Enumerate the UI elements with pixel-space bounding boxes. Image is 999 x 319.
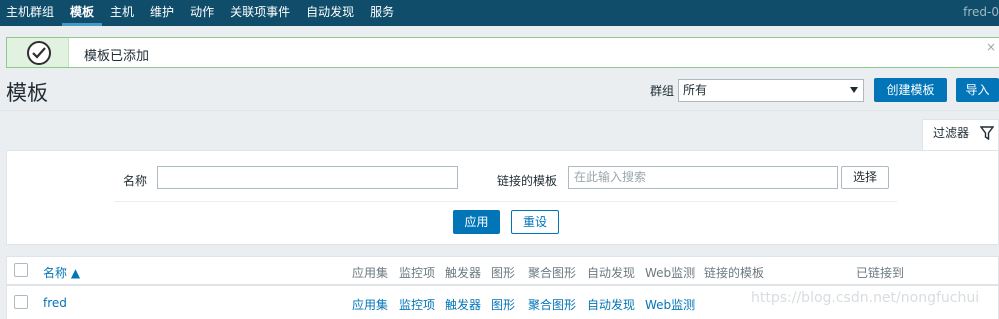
- column-header-apps: 应用集: [352, 266, 389, 280]
- filter-tab-label: 过滤器: [933, 126, 970, 140]
- filter-separator: [114, 201, 897, 202]
- web-link[interactable]: Web监测: [645, 296, 695, 313]
- nav-item-hosts[interactable]: 主机: [102, 0, 142, 26]
- success-icon-box: [7, 38, 69, 67]
- filter-icon: [980, 126, 994, 140]
- column-header-discovery: 自动发现: [587, 266, 636, 280]
- templates-table: 名称 ▲ 应用集 监控项 触发器 图形 聚合图形 自动发现 Web监测 链接的模…: [6, 256, 999, 319]
- header-divider: [0, 110, 999, 111]
- import-button[interactable]: 导入: [956, 78, 999, 102]
- nav-item-actions[interactable]: 动作: [182, 0, 222, 26]
- group-select-value: 所有: [683, 82, 708, 97]
- success-message: 模板已添加 ×: [6, 37, 999, 68]
- nav-item-discovery[interactable]: 自动发现: [298, 0, 362, 26]
- nav-item-correlation[interactable]: 关联项事件: [222, 0, 298, 26]
- success-message-text: 模板已添加: [84, 49, 150, 64]
- nav-item-maintenance[interactable]: 维护: [142, 0, 182, 26]
- dropdown-arrow-icon: [850, 86, 859, 93]
- select-all-checkbox[interactable]: [14, 263, 28, 277]
- group-filter: 群组 所有: [650, 78, 865, 102]
- row-checkbox[interactable]: [14, 295, 28, 309]
- linked-templates-search-input[interactable]: 在此输入搜索: [568, 166, 838, 189]
- nav-item-host-groups[interactable]: 主机群组: [0, 0, 62, 26]
- items-link[interactable]: 监控项: [399, 296, 435, 313]
- top-navigation: 主机群组 模板 主机 维护 动作 关联项事件 自动发现 服务 fred-0: [0, 0, 999, 26]
- group-label: 群组: [650, 83, 675, 98]
- page-title: 模板: [6, 81, 48, 105]
- name-filter-label: 名称: [123, 174, 148, 188]
- nav-item-services[interactable]: 服务: [362, 0, 402, 26]
- discovery-link[interactable]: 自动发现: [587, 296, 635, 313]
- create-template-button[interactable]: 创建模板: [874, 78, 947, 102]
- select-button[interactable]: 选择: [841, 166, 889, 189]
- filter-tab[interactable]: 过滤器: [922, 119, 999, 151]
- reset-button[interactable]: 重设: [511, 210, 559, 234]
- filter-panel: 名称 链接的模板 在此输入搜索 选择 应用 重设: [6, 150, 999, 245]
- group-select[interactable]: 所有: [678, 78, 865, 102]
- screens-link[interactable]: 聚合图形: [528, 296, 576, 313]
- name-filter-input[interactable]: [157, 166, 458, 189]
- column-header-graphs: 图形: [491, 266, 516, 280]
- graphs-link[interactable]: 图形: [491, 296, 515, 313]
- column-header-web: Web监测: [645, 266, 696, 280]
- column-header-name[interactable]: 名称 ▲: [43, 264, 80, 281]
- template-name-link[interactable]: fred: [43, 296, 67, 310]
- watermark-text: https://blog.csdn.net/nongfuchui: [751, 290, 980, 306]
- triggers-link[interactable]: 触发器: [445, 296, 481, 313]
- apps-link[interactable]: 应用集: [352, 296, 388, 313]
- apply-button[interactable]: 应用: [453, 210, 500, 234]
- column-header-linked-to: 已链接到: [856, 266, 905, 280]
- table-header-row: 名称 ▲ 应用集 监控项 触发器 图形 聚合图形 自动发现 Web监测 链接的模…: [7, 257, 999, 286]
- close-icon[interactable]: ×: [986, 40, 996, 54]
- column-header-triggers: 触发器: [445, 266, 482, 280]
- column-header-items: 监控项: [399, 266, 436, 280]
- column-header-linked-templates: 链接的模板: [704, 266, 765, 280]
- linked-templates-label: 链接的模板: [497, 174, 558, 188]
- nav-item-templates[interactable]: 模板: [62, 0, 103, 26]
- check-circle-icon: [27, 41, 51, 65]
- column-header-screens: 聚合图形: [528, 266, 577, 280]
- user-name[interactable]: fred-0: [963, 0, 999, 26]
